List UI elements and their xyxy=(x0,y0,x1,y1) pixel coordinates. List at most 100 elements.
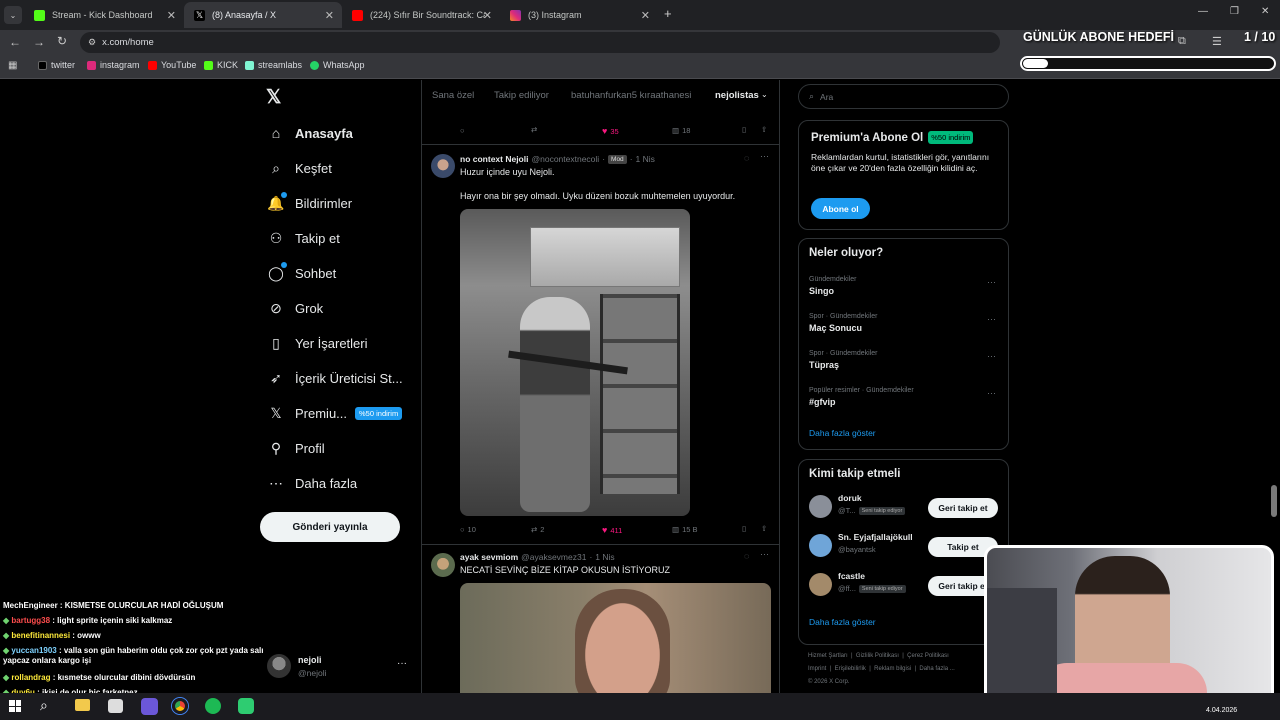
tab-list-kiraathane[interactable]: batuhanfurkan5 kıraathanesi xyxy=(571,90,691,101)
close-tab-icon[interactable]: ✕ xyxy=(483,9,492,22)
nav-item-2[interactable]: 🔔 Bildirimler xyxy=(267,188,352,218)
nav-item-6[interactable]: ▯ Yer İşaretleri xyxy=(267,328,367,358)
follow-button[interactable]: Geri takip et xyxy=(928,498,998,518)
trend-item[interactable]: Spor · Gündemdekiler Tüpraş xyxy=(809,350,877,370)
bookmark-button[interactable]: ▯ xyxy=(742,524,746,533)
bookmark-youtube[interactable]: YouTube xyxy=(148,60,196,70)
author-name[interactable]: no context Nejoli xyxy=(460,154,528,164)
more-options-icon[interactable]: ··· xyxy=(760,151,769,161)
close-window-button[interactable]: ✕ xyxy=(1261,6,1269,17)
spotify-icon[interactable] xyxy=(205,698,221,714)
browser-tab-youtube[interactable]: (224) Sıfır Bir Soundtrack: Cash ✕ xyxy=(342,2,500,28)
chevron-down-icon[interactable]: ⌄ xyxy=(761,90,768,99)
grok-icon[interactable]: ◌ xyxy=(744,551,749,561)
tab-for-you[interactable]: Sana özel xyxy=(432,90,474,101)
nav-item-9[interactable]: ⚲ Profil xyxy=(267,433,325,463)
avatar[interactable] xyxy=(809,495,832,518)
nav-item-3[interactable]: ⚇ Takip et xyxy=(267,223,340,253)
close-tab-icon[interactable]: ✕ xyxy=(325,9,334,22)
tweet[interactable]: no context Nejoli @nocontextnecoli · Mod… xyxy=(422,145,779,545)
suggested-user-name[interactable]: fcastle xyxy=(838,571,865,581)
search-input[interactable]: ⌕ Ara xyxy=(798,84,1009,109)
close-tab-icon[interactable]: ✕ xyxy=(641,9,650,22)
app-icon[interactable] xyxy=(108,699,123,713)
address-input[interactable]: ⚙ x.com/home xyxy=(80,32,1000,53)
reload-icon[interactable]: ↻ xyxy=(57,34,67,48)
footer-link[interactable]: Hizmet Şartları xyxy=(808,653,848,659)
nav-item-7[interactable]: ➶ İçerik Üreticisi St... xyxy=(267,363,403,393)
page-scrollbar[interactable] xyxy=(1271,485,1277,517)
views-button[interactable]: ▥ 18 xyxy=(672,126,690,135)
share-button[interactable]: ⇧ xyxy=(761,524,767,533)
trend-item[interactable]: Gündemdekiler Singo xyxy=(809,276,856,296)
author-name[interactable]: ayak sevmiom xyxy=(460,552,518,562)
more-options-icon[interactable]: ··· xyxy=(397,658,407,669)
nav-item-8[interactable]: 𝕏 Premiu... %50 indirim xyxy=(267,398,403,428)
nav-item-4[interactable]: ◯ Sohbet xyxy=(267,258,336,288)
account-switcher[interactable]: nejoli @nejoli ··· xyxy=(263,648,413,684)
site-settings-icon[interactable]: ⚙ xyxy=(88,37,96,48)
windows-start-icon[interactable] xyxy=(9,700,21,712)
bookmark-streamlabs[interactable]: streamlabs xyxy=(245,60,302,70)
repost-button[interactable]: ⇄ 2 xyxy=(531,525,544,534)
more-options-icon[interactable]: ··· xyxy=(987,351,996,361)
nav-item-1[interactable]: ⌕ Keşfet xyxy=(267,153,332,183)
bookmark-kick[interactable]: KICK xyxy=(204,60,238,70)
bookmark-instagram[interactable]: instagram xyxy=(87,60,140,70)
tab-nejolistas[interactable]: nejolistas xyxy=(715,90,759,101)
trend-item[interactable]: Popüler resimler · Gündemdekiler #gfvip xyxy=(809,387,914,407)
like-button[interactable]: ♥ 411 xyxy=(602,525,622,535)
footer-link[interactable]: Daha fazla ... xyxy=(919,666,954,672)
x-logo-icon[interactable]: 𝕏 xyxy=(266,86,281,109)
reply-button[interactable]: ○ 10 xyxy=(460,525,476,534)
post-button[interactable]: Gönderi yayınla xyxy=(260,512,400,542)
tab-following[interactable]: Takip ediliyor xyxy=(494,90,549,101)
suggested-user-name[interactable]: Sn. Eyjafjallajökull xyxy=(838,532,913,542)
like-button[interactable]: ♥ 35 xyxy=(602,126,619,136)
back-arrow-icon[interactable]: ← xyxy=(9,35,21,49)
bookmark-button[interactable]: ▯ xyxy=(742,125,746,134)
suggested-user-name[interactable]: doruk xyxy=(838,493,862,503)
repost-button[interactable]: ⇄ xyxy=(531,125,537,134)
close-tab-icon[interactable]: ✕ xyxy=(167,9,176,22)
show-more-link[interactable]: Daha fazla göster xyxy=(809,617,876,627)
footer-link[interactable]: Çerez Politikası xyxy=(907,653,949,659)
share-button[interactable]: ⇧ xyxy=(761,125,767,134)
bookmark-twitter[interactable]: twitter xyxy=(38,60,75,70)
footer-link[interactable]: Reklam bilgisi xyxy=(874,666,911,672)
file-explorer-icon[interactable] xyxy=(75,699,90,711)
app-icon[interactable] xyxy=(141,698,158,715)
browser-tab-x[interactable]: 𝕏 (8) Anasayfa / X ✕ xyxy=(184,2,342,28)
tweet-photo[interactable] xyxy=(460,209,690,516)
apps-grid-icon[interactable]: ▦ xyxy=(8,60,17,71)
more-options-icon[interactable]: ··· xyxy=(760,549,769,559)
nav-item-5[interactable]: ⊘ Grok xyxy=(267,293,323,323)
tweet-time[interactable]: 1 Nis xyxy=(595,552,614,562)
more-options-icon[interactable]: ··· xyxy=(987,388,996,398)
browser-tab-kick[interactable]: Stream - Kick Dashboard ✕ xyxy=(24,2,184,28)
bookmark-whatsapp[interactable]: WhatsApp xyxy=(310,60,365,70)
tweet-photo[interactable] xyxy=(460,583,771,693)
chrome-icon[interactable] xyxy=(172,698,188,714)
nav-item-10[interactable]: ⋯ Daha fazla xyxy=(267,468,357,498)
footer-link[interactable]: Imprint xyxy=(808,666,826,672)
avatar[interactable] xyxy=(809,534,832,557)
new-tab-button[interactable]: + xyxy=(664,6,672,21)
minimize-window-button[interactable]: — xyxy=(1198,6,1208,17)
tweet[interactable]: ayak sevmiom @ayaksevmez31 · 1 Nis ◌ ···… xyxy=(422,545,779,693)
restore-window-button[interactable]: ❐ xyxy=(1230,6,1239,17)
more-options-icon[interactable]: ··· xyxy=(987,314,996,324)
avatar[interactable] xyxy=(809,573,832,596)
footer-link[interactable]: Gizlilik Politikası xyxy=(856,653,899,659)
tweet-time[interactable]: 1 Nis xyxy=(636,154,655,164)
more-options-icon[interactable]: ··· xyxy=(987,277,996,287)
tab-search-button[interactable]: ⌄ xyxy=(4,6,22,24)
forward-arrow-icon[interactable]: → xyxy=(33,35,45,49)
show-more-link[interactable]: Daha fazla göster xyxy=(809,428,876,438)
browser-tab-instagram[interactable]: (3) Instagram ✕ xyxy=(500,2,658,28)
trend-item[interactable]: Spor · Gündemdekiler Maç Sonucu xyxy=(809,313,877,333)
views-button[interactable]: ▥ 15 B xyxy=(672,525,698,534)
footer-link[interactable]: Erişilebilirlik xyxy=(835,666,866,672)
app-icon[interactable] xyxy=(238,698,254,714)
subscribe-button[interactable]: Abone ol xyxy=(811,198,870,219)
